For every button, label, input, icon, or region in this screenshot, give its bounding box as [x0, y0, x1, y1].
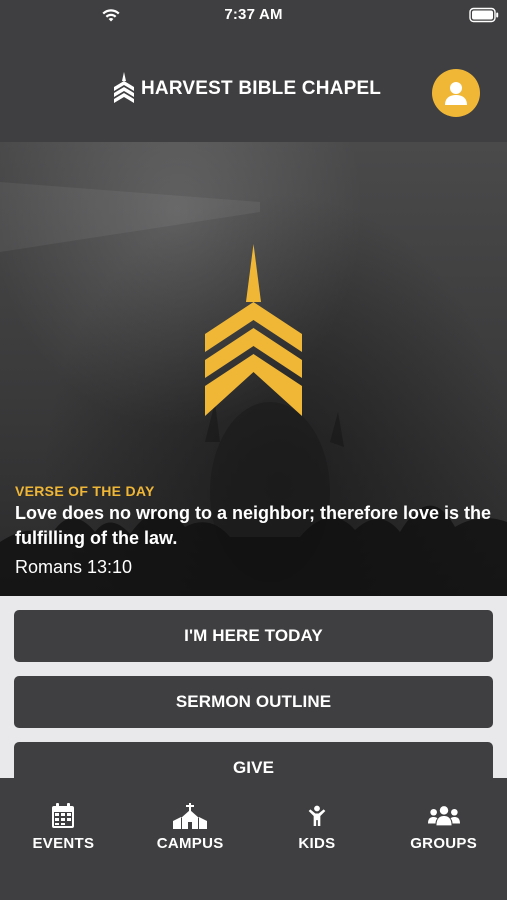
status-bar: 7:37 AM [0, 0, 507, 32]
status-time: 7:37 AM [224, 6, 283, 23]
tab-events[interactable]: EVENTS [0, 778, 127, 900]
church-icon [173, 803, 208, 829]
im-here-today-button[interactable]: I'M HERE TODAY [14, 610, 493, 662]
brand-logo[interactable]: HARVEST BIBLE CHAPEL [113, 72, 381, 106]
verse-text: Love does no wrong to a neighbor; theref… [15, 503, 492, 548]
battery-icon [469, 7, 499, 23]
app-header: HARVEST BIBLE CHAPEL [0, 32, 507, 142]
tab-events-label: EVENTS [32, 835, 95, 852]
chevron-logo-icon [114, 72, 134, 103]
tab-campus[interactable]: CAMPUS [127, 778, 254, 900]
verse-of-the-day: VERSE OF THE DAY Love does no wrong to a… [15, 483, 495, 578]
verse-reference: Romans 13:10 [15, 557, 133, 577]
tab-campus-label: CAMPUS [156, 835, 224, 852]
profile-avatar-button[interactable] [432, 69, 480, 117]
bottom-tab-bar: EVENTS CAMPUS KIDS GROUPS [0, 778, 507, 900]
child-icon [308, 805, 326, 826]
tab-kids[interactable]: KIDS [254, 778, 381, 900]
sermon-outline-button[interactable]: SERMON OUTLINE [14, 676, 493, 728]
hero-banner: VERSE OF THE DAY Love does no wrong to a… [0, 142, 507, 596]
group-icon [427, 806, 460, 826]
chevron-logo-icon [205, 244, 302, 416]
brand-name: HARVEST BIBLE CHAPEL [141, 78, 382, 99]
tab-groups[interactable]: GROUPS [380, 778, 507, 900]
verse-label: VERSE OF THE DAY [15, 483, 155, 499]
calendar-icon [52, 803, 75, 828]
tab-kids-label: KIDS [298, 835, 336, 852]
user-icon [445, 82, 467, 105]
tab-groups-label: GROUPS [410, 835, 478, 852]
